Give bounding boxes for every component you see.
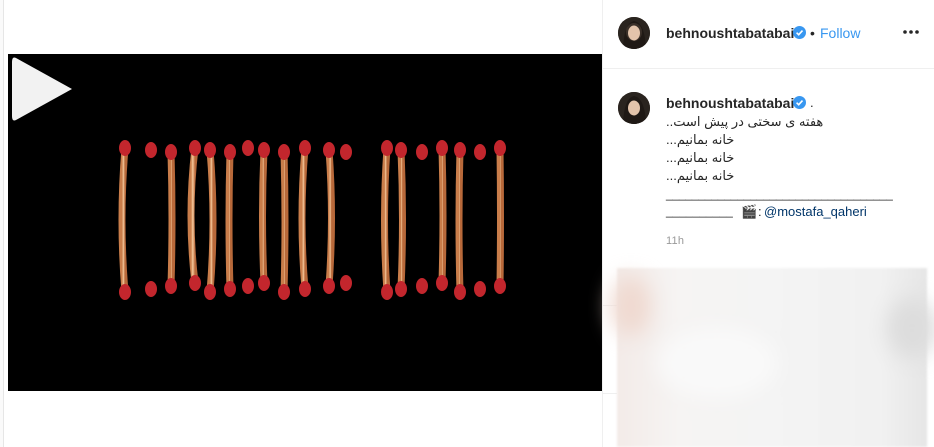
- match-head: [189, 140, 201, 156]
- match-head: [323, 278, 335, 294]
- caption-trailing-dot: .: [810, 95, 814, 110]
- caption-line-4: خانه بمانیم...: [666, 168, 735, 183]
- match-head: [119, 140, 131, 156]
- matchstick: [381, 144, 391, 296]
- match-head: [204, 284, 216, 300]
- post-header: behnoushtabatabai • Follow: [603, 0, 934, 69]
- matchstick: [455, 146, 464, 296]
- match-head: [474, 144, 486, 160]
- match-head: [395, 281, 407, 297]
- mention-link[interactable]: @mostafa_qaheri: [764, 204, 867, 219]
- matchstick: [118, 144, 129, 296]
- match-head: [381, 140, 393, 156]
- match-head: [258, 275, 270, 291]
- caption-line-5: ___________________________________: [666, 187, 893, 201]
- match-head: [299, 281, 311, 297]
- match-head: [224, 144, 236, 160]
- matchstick: [225, 148, 234, 293]
- match-head: [474, 281, 486, 297]
- matchstick: [496, 144, 504, 290]
- matchstick: [259, 146, 268, 287]
- avatar[interactable]: [618, 17, 650, 49]
- post-sidebar: behnoushtabatabai • Follow behnoushtabat…: [603, 0, 934, 447]
- match-head: [165, 278, 177, 294]
- match-head: [340, 144, 352, 160]
- verified-badge-icon: [793, 26, 806, 39]
- match-head: [340, 275, 352, 291]
- clapper-icon: 🎬: [741, 204, 758, 219]
- match-head: [145, 281, 157, 297]
- match-head: [494, 278, 506, 294]
- verified-badge-icon: [793, 96, 806, 109]
- match-head: [189, 275, 201, 291]
- caption-avatar[interactable]: [618, 92, 650, 124]
- match-head: [323, 142, 335, 158]
- match-head: [494, 140, 506, 156]
- video-player[interactable]: [8, 54, 605, 391]
- match-head: [204, 142, 216, 158]
- matchsticks-illustration: [118, 140, 506, 300]
- match-head: [454, 284, 466, 300]
- match-head: [242, 278, 254, 294]
- matchstick: [167, 148, 176, 290]
- match-head: [395, 142, 407, 158]
- match-head: [242, 140, 254, 156]
- follow-button[interactable]: Follow: [820, 25, 860, 41]
- caption-line-2: خانه بمانیم...: [666, 132, 735, 147]
- blurred-overlay: [611, 268, 934, 447]
- caption-username[interactable]: behnoushtabatabai: [666, 95, 794, 111]
- matchstick: [298, 144, 309, 293]
- caption-line-6: __________: [666, 204, 733, 218]
- play-icon[interactable]: [8, 54, 78, 124]
- match-head: [381, 284, 393, 300]
- match-head: [258, 142, 270, 158]
- post-timestamp[interactable]: 11h: [666, 235, 684, 247]
- matchstick: [438, 144, 447, 287]
- match-head: [416, 278, 428, 294]
- matchstick: [206, 146, 217, 296]
- match-head: [454, 142, 466, 158]
- credit-colon: :: [758, 204, 762, 219]
- matchstick: [280, 148, 289, 296]
- comment-divider: [603, 393, 617, 394]
- match-head: [436, 140, 448, 156]
- media-area: [4, 0, 605, 447]
- separator-dot: •: [810, 25, 815, 41]
- caption-line-1: هفته ی سختی در پیش است..: [666, 114, 824, 129]
- match-head: [224, 281, 236, 297]
- match-head: [145, 142, 157, 158]
- caption-line-3: خانه بمانیم...: [666, 150, 735, 165]
- match-head: [278, 144, 290, 160]
- header-username[interactable]: behnoushtabatabai: [666, 25, 794, 41]
- match-head: [436, 275, 448, 291]
- match-head: [416, 144, 428, 160]
- matchstick: [325, 146, 335, 290]
- more-options-icon[interactable]: [901, 24, 921, 40]
- matchstick: [187, 144, 199, 287]
- matchstick: [397, 146, 406, 293]
- match-head: [299, 140, 311, 156]
- match-head: [278, 284, 290, 300]
- match-head: [165, 144, 177, 160]
- match-head: [119, 284, 131, 300]
